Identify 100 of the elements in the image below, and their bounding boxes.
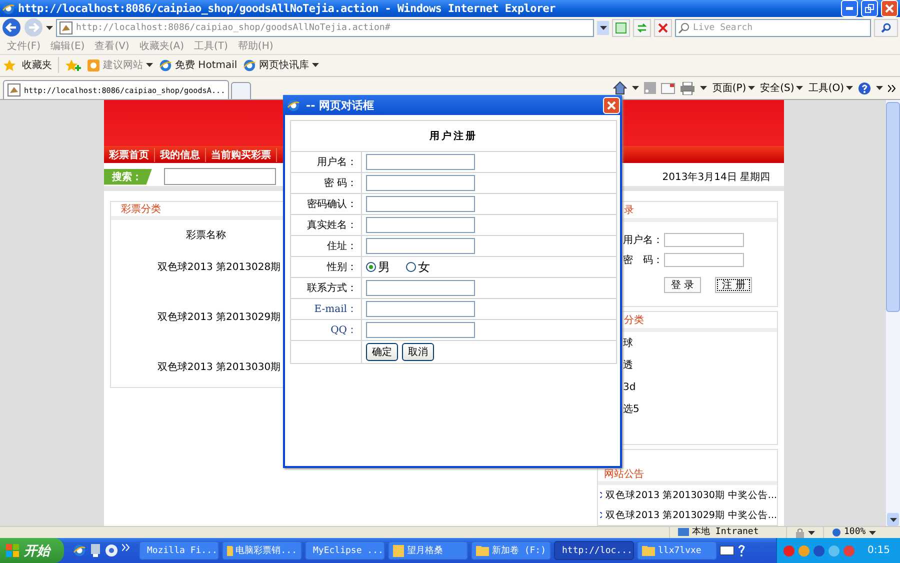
lock-icon[interactable] [795, 528, 805, 538]
input-field[interactable] [366, 322, 475, 338]
zone-text: 本地 Intranet [692, 527, 759, 538]
window-title: http://localhost:8086/caipiao_shop/goodsAllNoTejia.action - Windows Internet Explorer [18, 2, 556, 16]
help-icon[interactable] [858, 82, 871, 95]
search-icon [881, 22, 891, 33]
minimize-icon [846, 7, 853, 10]
search-field[interactable]: Live Search [675, 18, 871, 37]
input-field[interactable] [366, 238, 475, 254]
new-tab-button[interactable] [231, 82, 252, 100]
tray-icon[interactable] [798, 544, 810, 557]
command-menu[interactable]: 安全(S) [760, 81, 804, 96]
nav-link[interactable]: 当前购买彩票 [206, 148, 277, 162]
refresh-button[interactable] [633, 18, 651, 37]
square-icon [615, 22, 627, 34]
minimize-button[interactable] [841, 0, 858, 18]
radio-button[interactable] [366, 262, 376, 272]
taskbar-button[interactable]: 电脑彩票销... [222, 541, 302, 560]
taskbar-button[interactable]: llx7lvxe [637, 541, 717, 560]
login-button[interactable]: 登 录 [664, 277, 702, 294]
favorite-link[interactable]: 免费 Hotmail [159, 58, 238, 72]
taskbar-button[interactable]: Mozilla Fi... [139, 541, 219, 560]
close-button[interactable] [881, 0, 898, 18]
search-label: 搜索： [104, 168, 152, 185]
nav-link[interactable]: 彩票首页 [104, 148, 155, 162]
radio-option[interactable]: 男 [366, 258, 390, 276]
nav-link[interactable]: 我的信息 [155, 148, 206, 162]
register-button[interactable]: 注 册 [715, 277, 752, 294]
category-link[interactable]: 透 [623, 358, 633, 372]
lottery-link[interactable]: 双色球2013 第2013029期 [157, 310, 281, 324]
desktop-icon[interactable] [90, 544, 101, 558]
input-field[interactable] [366, 301, 475, 317]
radio-button[interactable] [406, 262, 416, 272]
category-link[interactable]: 选5 [623, 402, 640, 416]
restore-button[interactable] [861, 0, 878, 18]
field-label: 密 码： [324, 178, 357, 189]
home-icon[interactable] [613, 81, 628, 96]
field-label: 用户名： [623, 234, 663, 248]
search-button[interactable] [874, 18, 898, 37]
address-field[interactable]: http://localhost:8086/caipiao_shop/goodsAllNoTejia.action# [56, 18, 594, 37]
caret-icon [600, 26, 606, 30]
panel-title: 网站公告 [604, 468, 644, 482]
category-link[interactable]: 球 [623, 336, 633, 350]
field-label: E-mail： [314, 304, 357, 315]
category-link[interactable]: 3d [623, 382, 636, 393]
keyboard-icon[interactable] [720, 546, 734, 556]
close-button[interactable] [603, 96, 620, 114]
command-menu[interactable]: 页面(P) [712, 81, 756, 96]
taskbar-button[interactable]: MyEclipse ... [305, 541, 385, 560]
history-caret-icon [46, 26, 53, 30]
notice-link[interactable]: 双色球2013 第2013029期 中奖公告... [605, 508, 777, 522]
lottery-link[interactable]: 双色球2013 第2013028期 [157, 260, 281, 274]
field-label: 性别： [327, 262, 357, 273]
scroll-down-icon [890, 518, 896, 522]
input-field[interactable] [366, 280, 475, 296]
tray-icon[interactable] [842, 544, 855, 557]
tray-icon[interactable] [812, 544, 825, 557]
add-favorite-icon[interactable] [65, 58, 81, 72]
dialog-title: -- 网页对话框 [306, 98, 375, 112]
field-label: 联系方式： [307, 283, 357, 294]
username-field[interactable] [664, 233, 744, 248]
input-field[interactable] [366, 175, 475, 191]
input-field[interactable] [366, 196, 475, 212]
refresh-icon [636, 22, 648, 34]
chevron-icon[interactable] [888, 84, 896, 92]
caret-icon [808, 530, 815, 535]
radio-option[interactable]: 女 [406, 258, 430, 276]
media-icon[interactable] [105, 544, 118, 558]
date-text: 2013年3月14日 星期四 [662, 170, 770, 184]
cancel-button[interactable]: 取消 [402, 343, 434, 361]
form-heading: 用户注册 [430, 131, 478, 142]
field-label: 密 码： [623, 254, 663, 268]
input-field[interactable] [366, 217, 475, 233]
search-field[interactable] [164, 168, 276, 186]
stop-button[interactable] [654, 18, 672, 37]
mail-icon[interactable] [661, 82, 676, 94]
help-icon[interactable] [737, 544, 746, 558]
stop-icon [658, 22, 668, 33]
back-button[interactable] [2, 18, 21, 38]
taskbar-button[interactable]: 望月格桑 [388, 541, 468, 560]
caret-icon [796, 86, 804, 90]
favorites-button[interactable]: 收藏夹 [22, 58, 52, 72]
tray-icon[interactable] [828, 544, 840, 557]
dropdown-button[interactable] [597, 20, 609, 35]
taskbar-button[interactable]: http://loc... [554, 541, 634, 560]
input-field[interactable] [366, 154, 475, 170]
caret-icon [632, 86, 640, 90]
print-icon[interactable] [680, 82, 696, 95]
password-field[interactable] [664, 253, 744, 268]
tray-icon[interactable] [782, 544, 795, 557]
command-menu[interactable]: 工具(O) [808, 81, 853, 96]
taskbar-button[interactable]: 新加卷 (F:) [471, 541, 551, 560]
notice-link[interactable]: 双色球2013 第2013030期 中奖公告... [605, 488, 777, 502]
scrollbar[interactable] [886, 100, 900, 526]
star-icon [3, 58, 16, 72]
lottery-link[interactable]: 双色球2013 第2013030期 [157, 360, 281, 374]
confirm-button[interactable]: 确定 [366, 343, 398, 361]
bullet-icon [600, 512, 602, 518]
column-header: 彩票名称 [186, 229, 226, 242]
favorite-link[interactable]: 网页快讯库 [243, 58, 320, 72]
